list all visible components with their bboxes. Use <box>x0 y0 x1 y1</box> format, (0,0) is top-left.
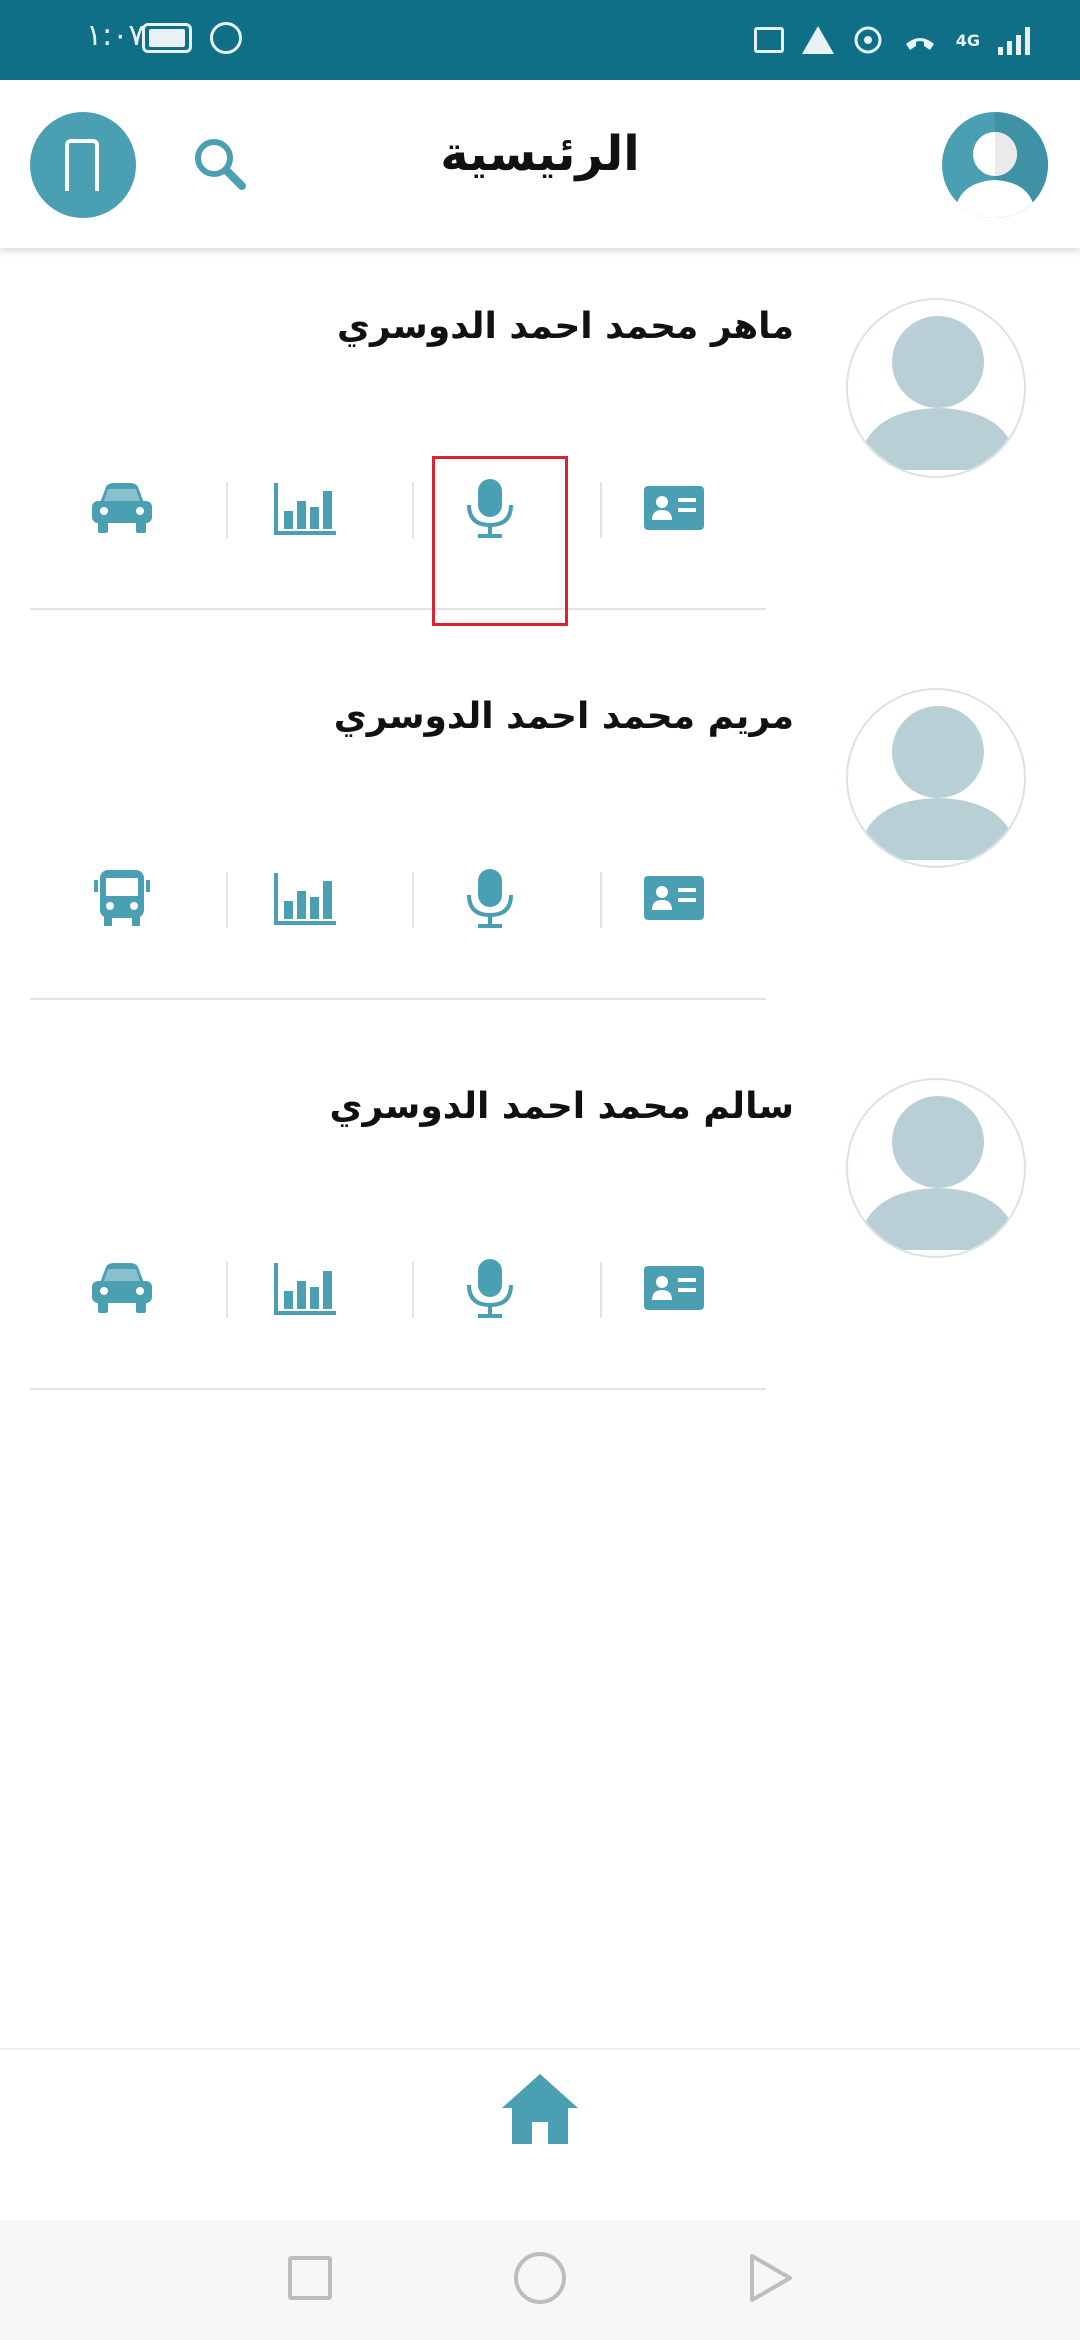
profile-avatar-icon <box>954 112 1048 218</box>
bar-chart-icon <box>274 1263 336 1315</box>
home-circle-icon[interactable] <box>514 2252 566 2304</box>
member-actions <box>30 1238 766 1338</box>
recent-apps-icon[interactable] <box>288 2256 332 2300</box>
app-header: الرئيسية <box>0 80 1080 248</box>
status-bar: ١:٠٧ 4G <box>0 0 1080 80</box>
member-avatar <box>846 1078 1026 1258</box>
page-title: الرئيسية <box>440 126 640 182</box>
network-4g-icon: 4G <box>955 30 980 50</box>
person-placeholder-icon <box>858 706 1018 860</box>
id-card-button[interactable] <box>582 848 766 948</box>
member-actions <box>30 848 766 948</box>
system-nav-bar <box>0 2220 1080 2340</box>
voice-button[interactable] <box>398 848 582 948</box>
id-card-icon <box>644 486 704 530</box>
bar-chart-icon <box>274 483 336 535</box>
stats-button[interactable] <box>214 458 398 558</box>
signal-icon <box>998 25 1030 55</box>
member-card[interactable]: مريم محمد احمد الدوسري <box>0 658 1080 1048</box>
hotspot-icon <box>854 26 882 54</box>
card-divider <box>30 1388 766 1390</box>
car-icon <box>92 1263 152 1313</box>
bar-chart-icon <box>274 873 336 925</box>
microphone-icon <box>467 479 513 538</box>
microphone-icon <box>467 1259 513 1318</box>
person-placeholder-icon <box>858 316 1018 470</box>
member-name: مريم محمد احمد الدوسري <box>333 696 794 737</box>
call-icon <box>905 38 934 50</box>
stats-button[interactable] <box>214 848 398 948</box>
alarm-icon <box>210 22 242 54</box>
bottom-nav <box>0 2048 1080 2222</box>
transport-button[interactable] <box>30 1238 214 1338</box>
status-icons: 4G <box>753 20 1030 60</box>
id-card-icon <box>644 1266 704 1310</box>
member-avatar <box>846 298 1026 478</box>
home-icon <box>502 2074 578 2144</box>
mail-icon <box>753 27 784 53</box>
member-avatar <box>846 688 1026 868</box>
microphone-icon <box>467 869 513 928</box>
car-icon <box>92 483 152 533</box>
bus-icon <box>94 870 150 926</box>
voice-button[interactable] <box>398 458 582 558</box>
status-time: ١:٠٧ <box>86 18 145 53</box>
card-divider <box>30 608 766 610</box>
member-name: سالم محمد احمد الدوسري <box>329 1086 794 1127</box>
warning-icon <box>801 26 834 54</box>
card-divider <box>30 998 766 1000</box>
battery-icon <box>142 23 192 53</box>
id-card-button[interactable] <box>582 1238 766 1338</box>
id-card-button[interactable] <box>582 458 766 558</box>
transport-button[interactable] <box>30 458 214 558</box>
transport-button[interactable] <box>30 848 214 948</box>
member-name: ماهر محمد احمد الدوسري <box>337 306 794 347</box>
back-icon[interactable] <box>748 2252 794 2304</box>
voice-button[interactable] <box>398 1238 582 1338</box>
member-card[interactable]: سالم محمد احمد الدوسري <box>0 1048 1080 1438</box>
id-card-icon <box>644 876 704 920</box>
profile-avatar-button[interactable] <box>942 112 1048 218</box>
person-placeholder-icon <box>858 1096 1018 1250</box>
home-tab[interactable] <box>498 2070 582 2150</box>
member-actions <box>30 458 766 558</box>
stats-button[interactable] <box>214 1238 398 1338</box>
member-card[interactable]: ماهر محمد احمد الدوسري <box>0 268 1080 658</box>
